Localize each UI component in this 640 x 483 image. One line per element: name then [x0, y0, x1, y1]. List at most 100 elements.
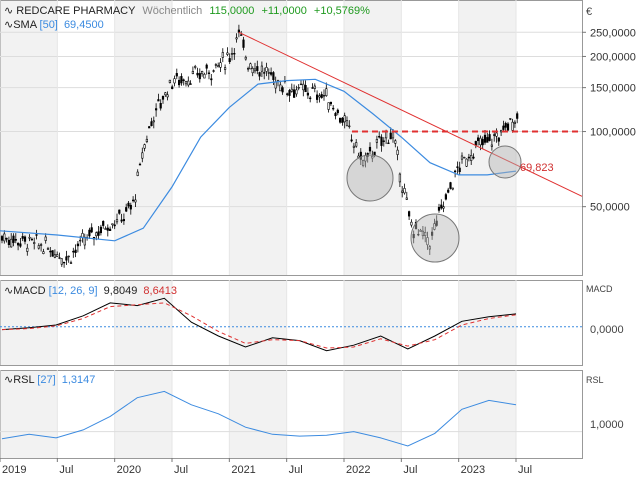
candle-body — [145, 138, 149, 143]
candle-body — [315, 94, 319, 100]
candle-body — [233, 53, 236, 55]
candle-body — [65, 256, 68, 261]
candle-body — [488, 134, 491, 141]
rsl-tick: 1,0000 — [590, 419, 624, 431]
candle-body — [205, 64, 208, 69]
price-tick-label: 100,0000 — [590, 127, 636, 139]
candle-body — [173, 78, 176, 84]
candle-body — [198, 73, 201, 80]
sma-params: [50] — [39, 19, 58, 31]
candle-body — [410, 221, 413, 226]
candle-body — [106, 227, 109, 231]
candle-body — [506, 123, 510, 131]
candle-body — [228, 58, 231, 63]
candle-body — [7, 239, 10, 246]
price-tick-label: 150,0000 — [590, 83, 636, 95]
candle-body — [368, 146, 372, 152]
candle-body — [148, 126, 151, 129]
indicator-icon[interactable]: ∿ — [4, 374, 13, 386]
candle-body — [184, 80, 188, 85]
candle-body — [95, 232, 98, 237]
time-tick-label: 2019 — [2, 464, 26, 476]
indicator-icon[interactable]: ∿ — [4, 285, 13, 297]
candle-body — [138, 163, 142, 166]
candle-body — [136, 171, 139, 176]
candle-body — [322, 95, 326, 97]
candle-body — [460, 155, 464, 160]
candle-body — [5, 237, 8, 240]
candle-body — [348, 125, 351, 128]
candle-body — [493, 134, 496, 136]
candle-body — [299, 83, 303, 86]
candle-body — [263, 72, 266, 74]
time-tick-label: Jul — [174, 464, 188, 476]
time-tick-label: 2021 — [231, 464, 255, 476]
candle-body — [72, 250, 75, 253]
change-pct: +10,5769% — [313, 5, 370, 17]
candle-body — [380, 136, 383, 146]
candle-body — [309, 97, 312, 100]
candle-body — [88, 229, 91, 237]
candle-body — [178, 79, 181, 86]
candle-body — [343, 115, 346, 123]
candle-body — [58, 257, 61, 259]
candle-body — [465, 158, 468, 167]
candle-body — [46, 248, 50, 250]
candle-body — [79, 239, 82, 242]
candle-body — [150, 121, 153, 127]
candle-body — [260, 65, 264, 72]
macd-params: [12, 26, 9] — [48, 285, 98, 297]
price-tick-label: 50,0000 — [590, 202, 630, 214]
indicator-icon[interactable]: ∿ — [4, 19, 13, 31]
change-abs: +11,0000 — [261, 5, 307, 17]
candle-body — [479, 137, 482, 146]
candle-body — [244, 56, 247, 60]
candle-body — [504, 123, 507, 128]
candle-body — [476, 137, 480, 142]
candle-body — [217, 65, 220, 68]
candle-body — [81, 233, 84, 238]
candle-body — [341, 117, 344, 123]
candle-body — [23, 236, 27, 242]
candle-body — [279, 84, 282, 92]
candle-body — [329, 101, 333, 105]
candle-body — [288, 90, 291, 96]
time-tick-label: 2022 — [346, 464, 370, 476]
candle-body — [155, 108, 158, 111]
candle-body — [249, 63, 252, 70]
candle-body — [30, 238, 34, 241]
candle-body — [132, 199, 135, 202]
candle-body — [320, 94, 323, 98]
year-shade-band — [458, 280, 516, 365]
candle-body — [26, 247, 29, 252]
candle-body — [14, 239, 17, 241]
candle-body — [470, 155, 473, 161]
candle-body — [159, 102, 162, 109]
candle-body — [458, 167, 461, 173]
time-tick-label: Jul — [59, 464, 73, 476]
candle-body — [336, 109, 339, 114]
candle-body — [171, 86, 174, 89]
candle-body — [396, 149, 399, 155]
sma-value: 69,4500 — [63, 19, 104, 31]
pattern-circle-left — [346, 154, 394, 202]
candle-body — [21, 236, 24, 239]
candle-body — [10, 238, 13, 248]
candle-body — [265, 67, 268, 72]
candle-body — [99, 226, 102, 234]
candle-body — [237, 29, 241, 33]
candle-body — [311, 87, 314, 89]
candle-body — [483, 134, 487, 143]
chart-menu-icon[interactable]: ∿ — [4, 5, 13, 17]
macd-signal-value: 8,6413 — [143, 285, 178, 297]
candle-body — [157, 99, 160, 102]
candle-body — [251, 68, 254, 74]
candle-body — [394, 140, 397, 144]
candle-body — [0, 236, 4, 241]
candle-body — [104, 228, 107, 230]
year-shade-band — [0, 0, 58, 275]
candle-body — [486, 137, 489, 143]
candle-body — [253, 68, 257, 72]
candle-body — [345, 120, 349, 127]
candle-body — [201, 71, 204, 75]
